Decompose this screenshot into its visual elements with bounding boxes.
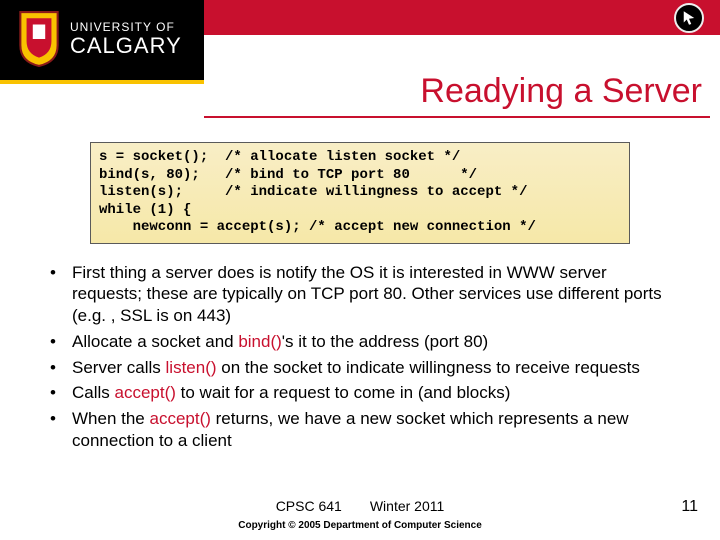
slide-footer: CPSC 641 Winter 2011 11 Copyright © 2005 … bbox=[0, 498, 720, 540]
bullet-text: on the socket to indicate willingness to… bbox=[217, 358, 640, 377]
bullet-text: to wait for a request to come in (and bl… bbox=[176, 383, 511, 402]
header-yellow-bar bbox=[0, 80, 204, 84]
bullet-text: Server calls bbox=[72, 358, 166, 377]
crest-icon bbox=[18, 10, 60, 68]
wordmark-top: UNIVERSITY OF bbox=[70, 21, 182, 34]
bullet-text: Allocate a socket and bbox=[72, 332, 238, 351]
bullet-text: First thing a server does is notify the … bbox=[72, 263, 662, 326]
copyright-text: Copyright © 2005 Department of Computer … bbox=[0, 520, 720, 531]
bullet-text: 's it to the address (port 80) bbox=[282, 332, 488, 351]
title-underline bbox=[204, 116, 710, 118]
slide-header: UNIVERSITY OF CALGARY Readying a Server bbox=[0, 0, 720, 120]
wordmark: UNIVERSITY OF CALGARY bbox=[70, 21, 182, 57]
page-number: 11 bbox=[681, 498, 698, 516]
course-code: CPSC 641 bbox=[276, 498, 342, 514]
code-block: s = socket(); /* allocate listen socket … bbox=[90, 142, 630, 244]
code-term: bind() bbox=[238, 332, 281, 351]
bullet-item: Calls accept() to wait for a request to … bbox=[40, 382, 680, 404]
code-term: accept() bbox=[115, 383, 176, 402]
bullet-item: Allocate a socket and bind()'s it to the… bbox=[40, 331, 680, 353]
calgary-logo: UNIVERSITY OF CALGARY bbox=[18, 10, 182, 68]
page-title: Readying a Server bbox=[420, 72, 702, 111]
bullet-item: First thing a server does is notify the … bbox=[40, 262, 680, 327]
bullet-text: Calls bbox=[72, 383, 115, 402]
term-label: Winter 2011 bbox=[370, 498, 444, 514]
header-red-bar bbox=[204, 0, 720, 35]
wordmark-bottom: CALGARY bbox=[70, 34, 182, 57]
code-term: accept() bbox=[150, 409, 211, 428]
cursor-icon bbox=[674, 3, 704, 33]
bullet-item: When the accept() returns, we have a new… bbox=[40, 408, 680, 452]
bullet-list: First thing a server does is notify the … bbox=[0, 262, 720, 452]
code-term: listen() bbox=[166, 358, 217, 377]
bullet-text: When the bbox=[72, 409, 150, 428]
footer-center: CPSC 641 Winter 2011 bbox=[0, 498, 720, 514]
bullet-item: Server calls listen() on the socket to i… bbox=[40, 357, 680, 379]
